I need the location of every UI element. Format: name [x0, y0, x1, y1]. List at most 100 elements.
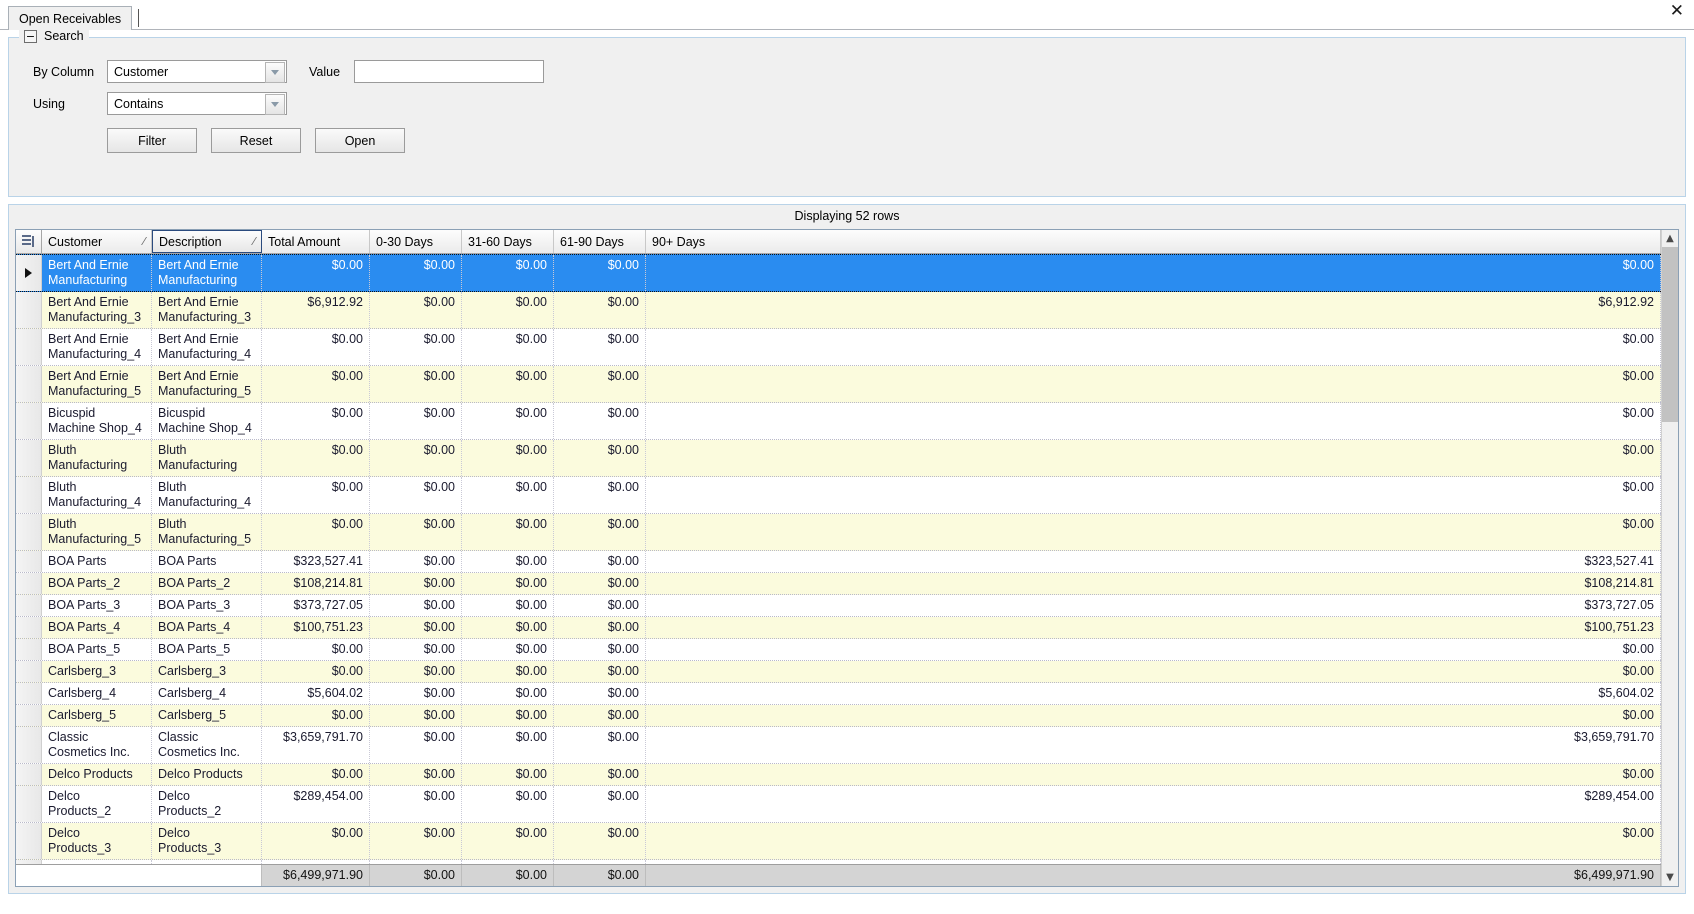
table-row[interactable]: Classic Cosmetics Inc. Classic Cosmetics …	[16, 727, 1661, 764]
table-row[interactable]: Carlsberg_4 Carlsberg_4 $5,604.02 $0.00 $0.0…	[16, 683, 1661, 705]
row-selector-cell[interactable]	[16, 617, 42, 638]
column-header-61-90-days[interactable]: 61-90 Days	[554, 230, 646, 253]
table-row[interactable]: Bicuspid Machine Shop_4 Bicuspid Machine …	[16, 403, 1661, 440]
open-button[interactable]: Open	[315, 128, 405, 153]
table-row[interactable]: BOA Parts_5 BOA Parts_5 $0.00 $0.00 $0.00 $0.…	[16, 639, 1661, 661]
cell-customer: BOA Parts_4	[42, 617, 152, 638]
row-selector-cell[interactable]	[16, 705, 42, 726]
table-row[interactable]: Bert And Ernie Manufacturing Bert And Ern…	[16, 254, 1661, 292]
table-row[interactable]: BOA Parts_4 BOA Parts_4 $100,751.23 $0.00 $0…	[16, 617, 1661, 639]
cell-customer: Bert And Ernie Manufacturing_5	[42, 366, 152, 402]
grid-select-all-cell[interactable]	[16, 230, 42, 253]
table-row[interactable]: Carlsberg_3 Carlsberg_3 $0.00 $0.00 $0.00 $0.…	[16, 661, 1661, 683]
column-header-90-plus-days[interactable]: 90+ Days	[646, 230, 1661, 253]
cell-total-amount: $0.00	[262, 764, 370, 785]
table-row[interactable]: Bluth Manufacturing_4 Bluth Manufacturing…	[16, 477, 1661, 514]
cell-description: Delco Products_2	[152, 786, 262, 822]
table-row[interactable]: Bert And Ernie Manufacturing_3 Bert And E…	[16, 292, 1661, 329]
column-header-label: Description	[159, 234, 222, 249]
filter-button[interactable]: Filter	[107, 128, 197, 153]
column-header-description[interactable]: Description ⁄	[152, 230, 262, 253]
row-selector-cell[interactable]	[16, 683, 42, 704]
table-row[interactable]: Bert And Ernie Manufacturing_4 Bert And E…	[16, 329, 1661, 366]
table-row[interactable]: BOA Parts_2 BOA Parts_2 $108,214.81 $0.00 $0…	[16, 573, 1661, 595]
cell-0-30-days: $0.00	[370, 292, 462, 328]
close-icon[interactable]: ✕	[1670, 2, 1684, 20]
row-selector-cell[interactable]	[16, 403, 42, 439]
row-selector-cell[interactable]	[16, 661, 42, 682]
column-header-label: 0-30 Days	[376, 234, 433, 249]
cell-90-plus-days: $100,751.23	[646, 617, 1661, 638]
cell-61-90-days: $0.00	[554, 639, 646, 660]
row-selector-cell[interactable]	[16, 477, 42, 513]
cell-total-amount: $108,214.81	[262, 573, 370, 594]
table-row[interactable]: Carlsberg_5 Carlsberg_5 $0.00 $0.00 $0.00 $0.…	[16, 705, 1661, 727]
row-selector-cell[interactable]	[16, 292, 42, 328]
using-select[interactable]: Contains	[107, 92, 287, 115]
cell-31-60-days: $0.00	[462, 403, 554, 439]
row-selector-cell[interactable]	[16, 823, 42, 859]
row-selector-cell[interactable]	[16, 595, 42, 616]
scroll-up-icon[interactable]: ▲	[1662, 230, 1678, 247]
value-input[interactable]	[354, 60, 545, 83]
row-selector-cell[interactable]	[16, 786, 42, 822]
cell-customer: Delco Products_4	[42, 860, 152, 864]
cell-61-90-days: $0.00	[554, 573, 646, 594]
table-row[interactable]: Delco Products Delco Products $0.00 $0.00 $0…	[16, 764, 1661, 786]
table-row[interactable]: Bluth Manufacturing Bluth Manufacturing $0…	[16, 440, 1661, 477]
cell-31-60-days: $0.00	[462, 514, 554, 550]
scrollbar-track[interactable]	[1662, 247, 1678, 869]
table-row[interactable]: Delco Products_2 Delco Products_2 $289,454…	[16, 786, 1661, 823]
scrollbar-thumb[interactable]	[1662, 247, 1678, 422]
cell-61-90-days: $0.00	[554, 292, 646, 328]
tab-open-receivables[interactable]: Open Receivables	[8, 6, 133, 30]
grid-body[interactable]: Bert And Ernie Manufacturing Bert And Ern…	[16, 254, 1661, 864]
table-row[interactable]: BOA Parts_3 BOA Parts_3 $373,727.05 $0.00 $0…	[16, 595, 1661, 617]
collapse-toggle-icon[interactable]: −	[24, 29, 37, 43]
cell-90-plus-days: $85,022.50	[646, 860, 1661, 864]
table-row[interactable]: Bert And Ernie Manufacturing_5 Bert And E…	[16, 366, 1661, 403]
cell-31-60-days: $0.00	[462, 595, 554, 616]
row-selector-cell[interactable]	[16, 255, 42, 291]
chevron-down-icon[interactable]	[265, 94, 285, 115]
row-selector-cell[interactable]	[16, 551, 42, 572]
table-row[interactable]: Delco Products_4Delco Products_4$85,022.…	[16, 860, 1661, 864]
search-legend-label: Search	[44, 29, 84, 43]
table-row[interactable]: Delco Products_3 Delco Products_3 $0.00 $0.…	[16, 823, 1661, 860]
row-selector-cell[interactable]	[16, 860, 42, 864]
row-selector-cell[interactable]	[16, 573, 42, 594]
column-header-total-amount[interactable]: Total Amount	[262, 230, 370, 253]
column-header-0-30-days[interactable]: 0-30 Days	[370, 230, 462, 253]
row-selector-cell[interactable]	[16, 366, 42, 402]
reset-button[interactable]: Reset	[211, 128, 301, 153]
chevron-down-icon[interactable]	[265, 62, 285, 83]
column-header-label: 90+ Days	[652, 234, 706, 249]
cell-total-amount: $5,604.02	[262, 683, 370, 704]
cell-0-30-days: $0.00	[370, 764, 462, 785]
by-column-select[interactable]: Customer	[107, 60, 287, 83]
vertical-scrollbar[interactable]: ▲ ▼	[1661, 230, 1678, 886]
sort-indicator-icon: ⁄	[143, 235, 145, 248]
cell-0-30-days: $0.00	[370, 705, 462, 726]
row-selector-cell[interactable]	[16, 440, 42, 476]
column-header-31-60-days[interactable]: 31-60 Days	[462, 230, 554, 253]
table-row[interactable]: Bluth Manufacturing_5 Bluth Manufacturing…	[16, 514, 1661, 551]
row-selector-cell[interactable]	[16, 764, 42, 785]
cell-total-amount: $0.00	[262, 477, 370, 513]
cell-31-60-days: $0.00	[462, 683, 554, 704]
table-row[interactable]: BOA Parts BOA Parts $323,527.41 $0.00 $0.00 $…	[16, 551, 1661, 573]
row-selector-cell[interactable]	[16, 514, 42, 550]
cell-61-90-days: $0.00	[554, 477, 646, 513]
cell-description: BOA Parts_3	[152, 595, 262, 616]
row-selector-cell[interactable]	[16, 727, 42, 763]
cell-description: Bert And Ernie Manufacturing_3	[152, 292, 262, 328]
value-label: Value	[309, 64, 341, 79]
cell-61-90-days: $0.00	[554, 683, 646, 704]
column-header-customer[interactable]: Customer ⁄	[42, 230, 152, 253]
cell-description: Bluth Manufacturing	[152, 440, 262, 476]
scroll-down-icon[interactable]: ▼	[1662, 869, 1678, 886]
row-selector-cell[interactable]	[16, 329, 42, 365]
cell-total-amount: $289,454.00	[262, 786, 370, 822]
row-selector-cell[interactable]	[16, 639, 42, 660]
cell-total-amount: $0.00	[262, 403, 370, 439]
